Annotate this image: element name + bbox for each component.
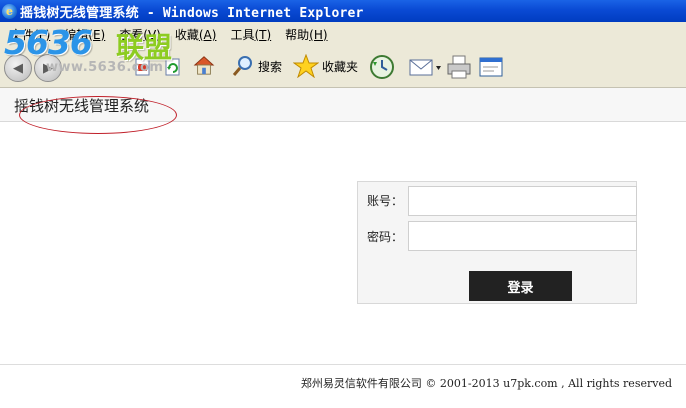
print-button[interactable] [446, 54, 472, 80]
refresh-icon [165, 58, 180, 76]
favorites-button[interactable]: 收藏夹 [293, 54, 358, 78]
footer-copyright: 郑州易灵信软件有限公司 © 2001-2013 u7pk.com , All r… [300, 377, 672, 390]
favorites-star-icon [293, 54, 319, 78]
back-button[interactable]: ◀ [4, 54, 32, 82]
account-label: 账号： [367, 194, 404, 208]
menu-help[interactable]: 帮助(H) [278, 26, 334, 43]
stop-button[interactable] [132, 56, 154, 78]
home-icon [193, 56, 215, 75]
mail-icon [409, 59, 441, 76]
refresh-button[interactable] [162, 56, 184, 78]
edit-icon [479, 57, 503, 77]
home-button[interactable] [193, 54, 215, 76]
search-icon [232, 56, 252, 76]
login-panel: 账号： 密码： 登录 [357, 181, 637, 304]
menu-file[interactable]: 文件(F) [3, 26, 57, 43]
menu-favorites[interactable]: 收藏(A) [168, 26, 224, 43]
menu-tools[interactable]: 工具(T) [223, 26, 278, 43]
ie-icon: e [2, 3, 17, 19]
mail-button[interactable] [408, 56, 442, 78]
search-label: 搜索 [258, 59, 283, 74]
menu-tools-accel: (T) [254, 27, 272, 42]
forward-icon: ▶ [34, 54, 62, 82]
password-label: 密码： [367, 230, 404, 244]
menu-view-accel: (V) [143, 27, 161, 42]
menu-edit-accel: (E) [88, 27, 106, 42]
history-icon [370, 55, 394, 79]
edit-button[interactable] [478, 55, 504, 79]
favorites-label: 收藏夹 [322, 59, 359, 74]
forward-button[interactable]: ▶ [34, 54, 62, 82]
menu-file-accel: (F) [34, 27, 51, 42]
history-button[interactable] [369, 54, 395, 80]
menu-favorites-accel: (A) [198, 27, 217, 42]
print-icon [447, 55, 471, 79]
menu-favorites-label: 收藏 [174, 27, 199, 42]
window-title: 摇钱树无线管理系统 - Windows Internet Explorer [20, 5, 364, 21]
account-input[interactable] [408, 186, 637, 216]
toolbar: ◀ ▶ 搜索 收藏夹 [0, 46, 686, 88]
menu-file-label: 文件 [10, 27, 35, 42]
window-title-bar[interactable]: e 摇钱树无线管理系统 - Windows Internet Explorer [0, 0, 686, 22]
footer-divider [0, 364, 686, 365]
menu-view[interactable]: 查看(V) [112, 26, 168, 43]
page-title: 摇钱树无线管理系统 [14, 97, 150, 115]
page-header: 摇钱树无线管理系统 [0, 88, 686, 122]
menu-bar: 文件(F) 编辑(E) 查看(V) 收藏(A) 工具(T) 帮助(H) [0, 22, 686, 46]
menu-help-accel: (H) [309, 27, 328, 42]
back-icon: ◀ [4, 54, 32, 82]
menu-view-label: 查看 [119, 27, 144, 42]
menu-edit-label: 编辑 [64, 27, 89, 42]
menu-edit[interactable]: 编辑(E) [57, 26, 112, 43]
stop-icon [135, 58, 150, 76]
password-input[interactable] [408, 221, 637, 251]
login-button[interactable]: 登录 [469, 271, 572, 301]
menu-help-label: 帮助 [285, 27, 310, 42]
search-button[interactable]: 搜索 [231, 54, 282, 78]
menu-tools-label: 工具 [230, 27, 255, 42]
